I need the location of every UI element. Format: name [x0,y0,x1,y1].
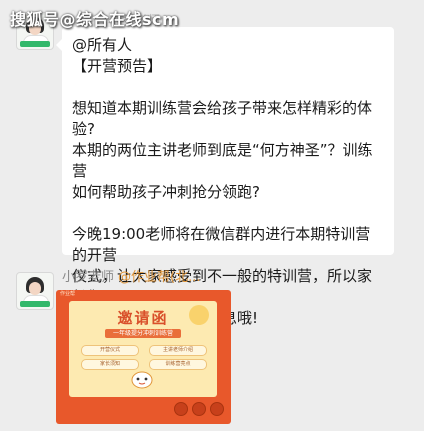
mascot-icon [131,371,153,389]
knob-icon [174,402,188,416]
card-title: 邀请函 [117,309,169,327]
card-brand: 作业帮 [60,291,76,297]
message-line: 本期的两位主讲老师到底是“何方神圣”？训练营 [72,141,373,180]
card-knob-row [56,402,231,418]
message-line: 想知道本期训练营会给孩子带来怎样精彩的体验? [72,99,373,138]
message-line: 如何帮助孩子冲刺抢分领跑? [72,183,260,201]
card-item: 开营仪式 [81,345,139,356]
card-inner-panel: 邀请函 一年级提分冲刺训练营 开营仪式 主讲老师介绍 家长须知 训练营亮点 [69,301,217,397]
card-item: 训练营亮点 [149,359,207,370]
message-bubble[interactable]: @所有人 【开营预告】 想知道本期训练营会给孩子带来怎样精彩的体验? 本期的两位… [56,27,394,327]
sender-line: 小罗老师 @作业帮(北... [62,266,201,285]
message-line: 今晚19:00老师将在微信群内进行本期特训营的开营 [72,225,371,264]
card-subtitle: 一年级提分冲刺训练营 [105,329,181,338]
avatar[interactable] [16,272,54,310]
mention-all: @所有人 [72,36,133,54]
invitation-card-image[interactable]: 作业帮 邀请函 一年级提分冲刺训练营 开营仪式 主讲老师介绍 家长须知 训练营亮… [56,290,231,424]
sender-org: @作业帮(北... [118,270,201,285]
message-heading: 【开营预告】 [72,57,163,75]
knob-icon [210,402,224,416]
card-item: 主讲老师介绍 [149,345,207,356]
watermark-text: 搜狐号@综合在线scm [10,10,180,29]
knob-icon [192,402,206,416]
sender-name: 小罗老师 [62,270,115,285]
